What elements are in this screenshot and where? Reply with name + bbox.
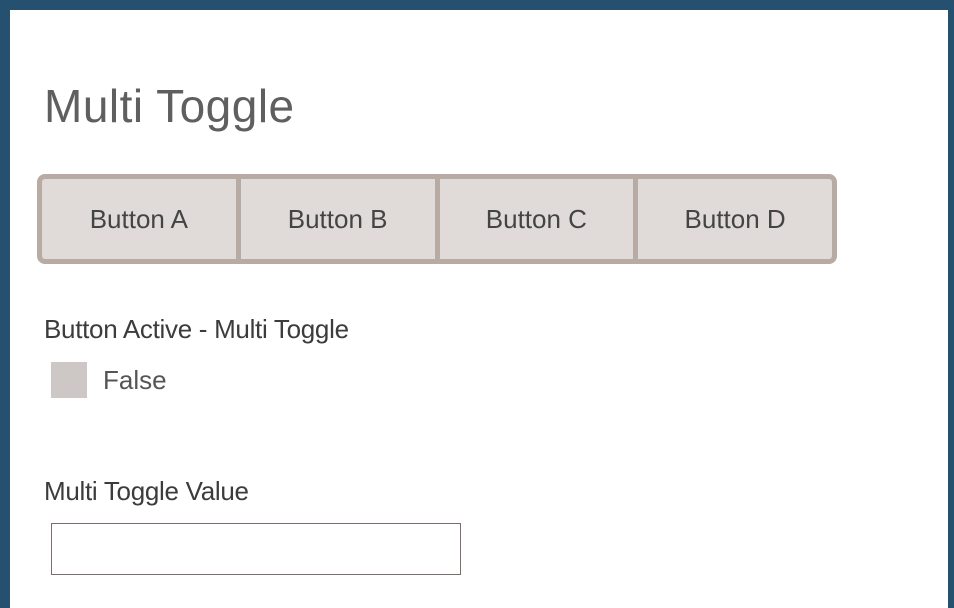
multi-toggle-group: Button A Button B Button C Button D — [37, 174, 837, 264]
legend-swatch — [51, 362, 87, 398]
legend-value: False — [103, 364, 167, 395]
button-d[interactable]: Button D — [638, 179, 832, 259]
button-a[interactable]: Button A — [42, 179, 236, 259]
dashboard-panel: Multi Toggle Button A Button B Button C … — [10, 10, 948, 608]
button-active-label: Button Active - Multi Toggle — [44, 314, 349, 344]
button-active-legend-item[interactable]: False — [51, 362, 167, 398]
button-b[interactable]: Button B — [240, 179, 435, 259]
page-title: Multi Toggle — [44, 80, 295, 132]
toggle-value-label: Multi Toggle Value — [44, 476, 249, 506]
toggle-value-input[interactable] — [51, 523, 461, 575]
button-c[interactable]: Button C — [439, 179, 634, 259]
